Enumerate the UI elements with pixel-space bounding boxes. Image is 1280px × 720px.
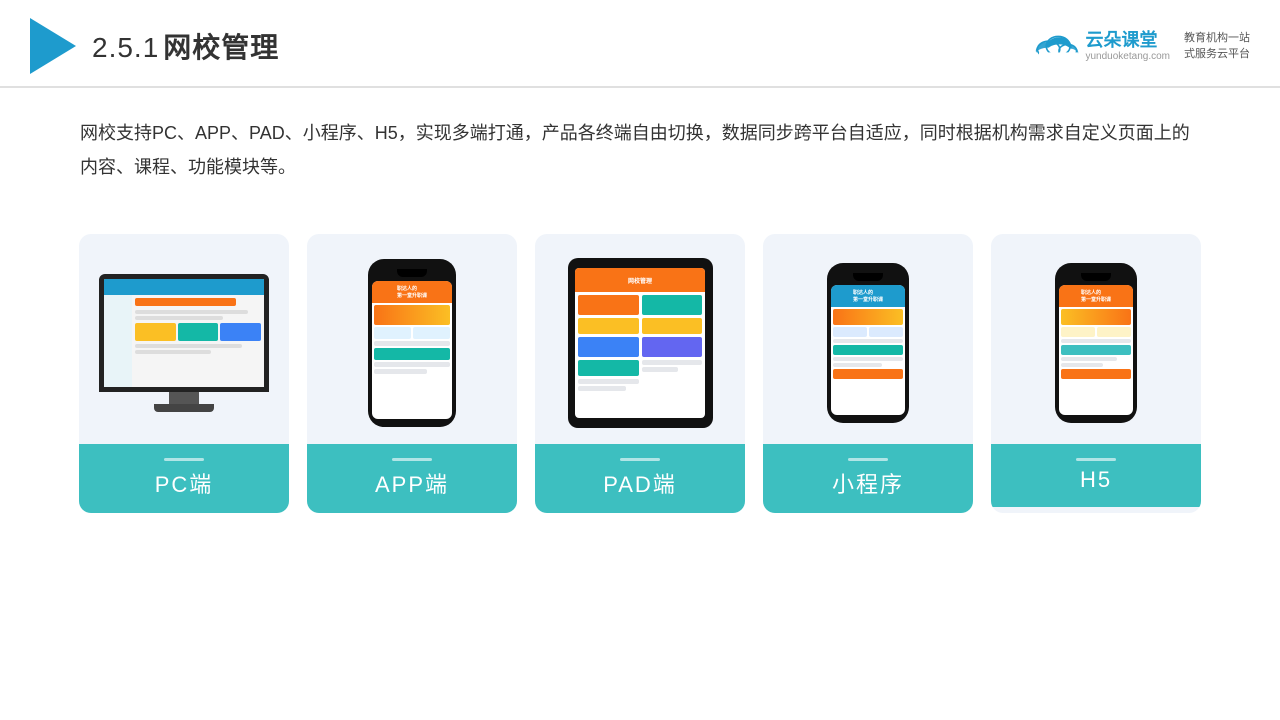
cards-container: PC端 职达人的第一堂升职课 (0, 204, 1280, 513)
header: 2.5.1网校管理 云朵课堂 yunduoketang.com (0, 0, 1280, 88)
description-text: 网校支持PC、APP、PAD、小程序、H5，实现多端打通，产品各终端自由切换，数… (0, 88, 1280, 194)
cloud-icon (1031, 30, 1079, 62)
app-phone-mockup: 职达人的第一堂升职课 (368, 259, 456, 427)
brand-logo: 云朵课堂 yunduoketang.com 教育机构一站式服务云平台 (1031, 30, 1250, 63)
pad-mockup: 网校管理 (568, 258, 713, 428)
logo-triangle-icon (30, 18, 76, 74)
card-app-label: APP端 (307, 444, 517, 513)
card-app: 职达人的第一堂升职课 (307, 234, 517, 513)
card-app-image: 职达人的第一堂升职课 (307, 234, 517, 444)
pc-mockup (99, 274, 269, 412)
card-miniapp-image: 职达人的第一堂升职课 (763, 234, 973, 444)
page-title: 2.5.1网校管理 (92, 26, 279, 66)
cloud-logo: 云朵课堂 yunduoketang.com 教育机构一站式服务云平台 (1031, 30, 1250, 63)
miniapp-phone-body: 职达人的第一堂升职课 (827, 263, 909, 423)
card-pad-image: 网校管理 (535, 234, 745, 444)
pc-screen (99, 274, 269, 392)
card-pad-label: PAD端 (535, 444, 745, 513)
brand-text: 云朵课堂 yunduoketang.com (1085, 30, 1170, 63)
card-h5-label: H5 (991, 444, 1201, 507)
header-left: 2.5.1网校管理 (30, 18, 279, 74)
miniapp-phone-mockup: 职达人的第一堂升职课 (827, 263, 909, 423)
h5-phone-mockup: 职达人的第一堂升职课 (1055, 263, 1137, 423)
pad-body: 网校管理 (568, 258, 713, 428)
card-h5-image: 职达人的第一堂升职课 (991, 234, 1201, 444)
card-pc-label: PC端 (79, 444, 289, 513)
brand-slogan: 教育机构一站式服务云平台 (1184, 30, 1250, 63)
card-pc-image (79, 234, 289, 444)
h5-phone-body: 职达人的第一堂升职课 (1055, 263, 1137, 423)
card-miniapp-label: 小程序 (763, 444, 973, 513)
card-pc: PC端 (79, 234, 289, 513)
card-miniapp: 职达人的第一堂升职课 (763, 234, 973, 513)
app-phone-body: 职达人的第一堂升职课 (368, 259, 456, 427)
card-h5: 职达人的第一堂升职课 (991, 234, 1201, 513)
card-pad: 网校管理 (535, 234, 745, 513)
